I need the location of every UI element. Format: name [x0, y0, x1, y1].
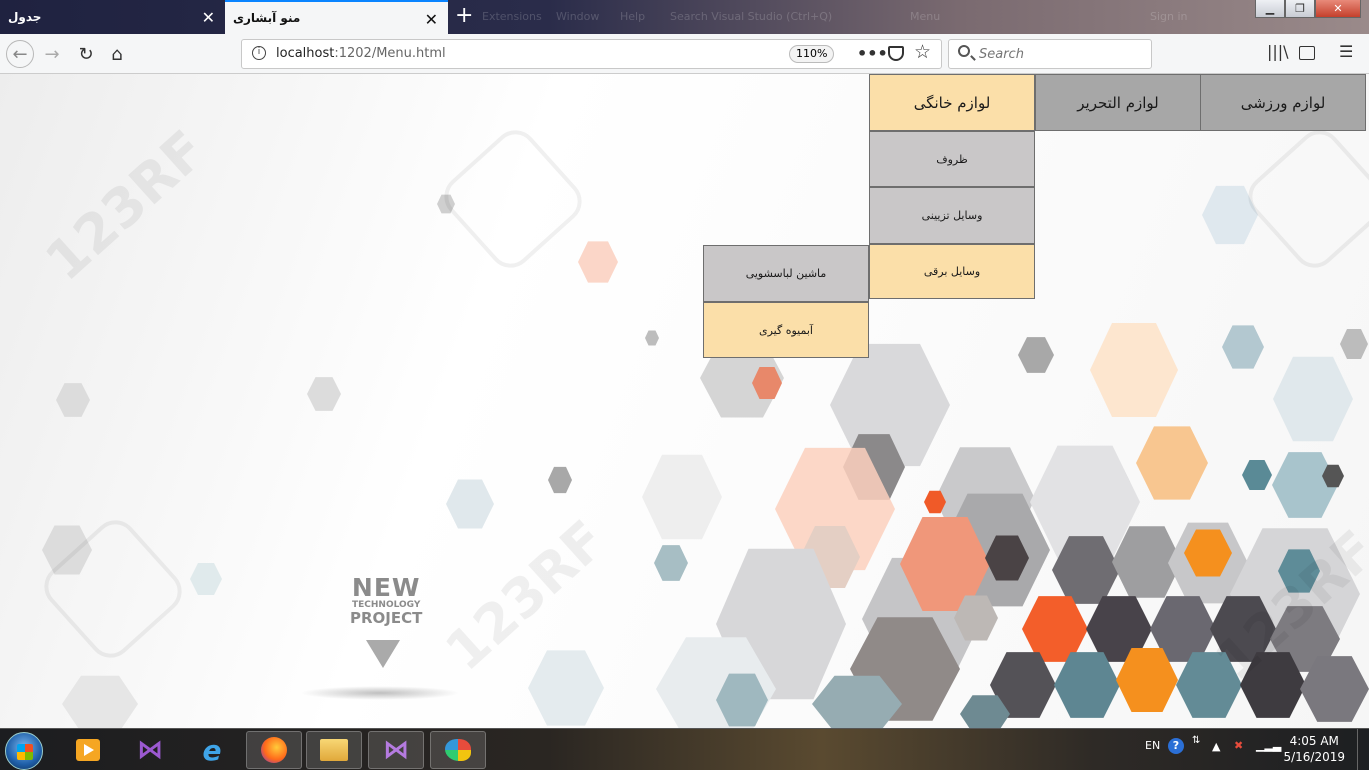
zoom-indicator[interactable]: 110% — [789, 45, 835, 63]
signal-icon[interactable]: ▁▂▃ — [1256, 739, 1281, 752]
search-input[interactable] — [979, 44, 1144, 64]
minimize-button[interactable]: ▁ — [1255, 0, 1285, 18]
watermark-text: 123RF — [433, 508, 618, 683]
tagline-arrow — [366, 640, 400, 668]
window-controls: ▁ ❐ ✕ — [1255, 0, 1361, 18]
windows-logo-icon — [17, 744, 33, 760]
system-clock[interactable]: 4:05 AM 5/16/2019 — [1283, 733, 1345, 765]
internet-explorer-icon[interactable]: e — [184, 731, 240, 769]
browser-tab-strip: Extensions Window Help Search Visual Stu… — [0, 0, 1369, 34]
background-menu-item: Search Visual Studio (Ctrl+Q) — [670, 10, 833, 23]
language-indicator[interactable]: EN — [1145, 739, 1160, 752]
new-tab-button[interactable]: + — [455, 3, 473, 28]
media-player-icon[interactable] — [60, 731, 116, 769]
visual-studio-icon[interactable]: ⋈ — [122, 731, 178, 769]
visual-studio-active-icon[interactable]: ⋈ — [368, 731, 424, 769]
background-menu-item: Sign in — [1150, 10, 1188, 23]
library-icon[interactable]: |||\ — [1267, 42, 1289, 61]
windows-taskbar: ⋈ e ⋈ EN ? ⇅ ▲ ✖ ▁▂▃ 4:05 AM 5/16/2019 — [0, 728, 1369, 770]
action-center-icon[interactable]: ✖ — [1234, 739, 1243, 752]
menu-item-home-appliances[interactable]: لوازم خانگی — [869, 74, 1035, 131]
page-content: 123RF 123RF 123RF NEW TECHNOLOGY PROJECT… — [0, 74, 1369, 728]
tagline: NEW TECHNOLOGY PROJECT — [350, 573, 423, 627]
submenu-item-decorations[interactable]: وسایل تزیینی — [869, 187, 1035, 244]
watermark-camera-icon — [1239, 121, 1369, 277]
start-button[interactable] — [5, 732, 43, 770]
navigation-toolbar: ← → ↻ ⌂ i localhost:1202/Menu.html 110% … — [0, 34, 1369, 74]
firefox-icon[interactable] — [246, 731, 302, 769]
tab-cascade-menu[interactable]: منو آبشاری ✕ — [225, 0, 448, 34]
background-menu-item: Window — [556, 10, 600, 23]
submenu-item-juicer[interactable]: آبمیوه گیری — [703, 302, 869, 358]
close-icon[interactable]: ✕ — [202, 8, 215, 27]
bookmark-star-icon[interactable]: ☆ — [914, 41, 931, 63]
forward-button[interactable]: → — [38, 40, 66, 68]
address-bar[interactable]: i localhost:1202/Menu.html 110% ••• ☆ — [241, 39, 942, 69]
show-desktop-button[interactable] — [1357, 729, 1369, 770]
submenu-item-electrical[interactable]: وسایل برقی — [869, 244, 1035, 299]
background-menu-item: Help — [620, 10, 646, 23]
clock-time: 4:05 AM — [1289, 734, 1339, 748]
submenu-item-dishes[interactable]: ظروف — [869, 131, 1035, 187]
background-menu-item: Menu — [910, 10, 941, 23]
menu-icon[interactable]: ☰ — [1339, 42, 1353, 61]
submenu-item-washing-machine[interactable]: ماشین لباسشویی — [703, 245, 869, 302]
paint-icon[interactable] — [430, 731, 486, 769]
sidebar-icon[interactable] — [1299, 46, 1315, 60]
close-icon[interactable]: ✕ — [425, 10, 438, 29]
watermark-text: 123RF — [33, 118, 218, 293]
reload-button[interactable]: ↻ — [72, 40, 100, 68]
help-icon[interactable]: ? — [1168, 738, 1184, 754]
background-menu-item: Extensions — [482, 10, 542, 23]
back-button[interactable]: ← — [6, 40, 34, 68]
show-hidden-icons-icon[interactable]: ▲ — [1212, 740, 1220, 753]
url-text[interactable]: localhost:1202/Menu.html — [276, 46, 446, 61]
maximize-button[interactable]: ❐ — [1285, 0, 1315, 18]
search-icon — [958, 45, 970, 57]
network-sync-icon[interactable]: ⇅ — [1192, 735, 1200, 746]
tab-table[interactable]: جدول ✕ — [0, 0, 225, 34]
menu-item-stationery[interactable]: لوازم التحریر — [1035, 74, 1201, 131]
home-button[interactable]: ⌂ — [103, 40, 131, 68]
watermark-camera-icon — [435, 121, 591, 277]
tab-title: جدول — [8, 10, 42, 24]
file-explorer-icon[interactable] — [306, 731, 362, 769]
close-window-button[interactable]: ✕ — [1315, 0, 1361, 18]
clock-date: 5/16/2019 — [1283, 750, 1345, 764]
menu-item-sports[interactable]: لوازم ورزشی — [1200, 74, 1366, 131]
info-icon[interactable]: i — [252, 46, 266, 60]
page-actions-icon[interactable]: ••• — [857, 44, 888, 63]
tagline-shadow — [300, 686, 460, 700]
tab-title: منو آبشاری — [233, 11, 301, 25]
pocket-icon[interactable] — [888, 46, 904, 61]
search-box[interactable] — [948, 39, 1152, 69]
